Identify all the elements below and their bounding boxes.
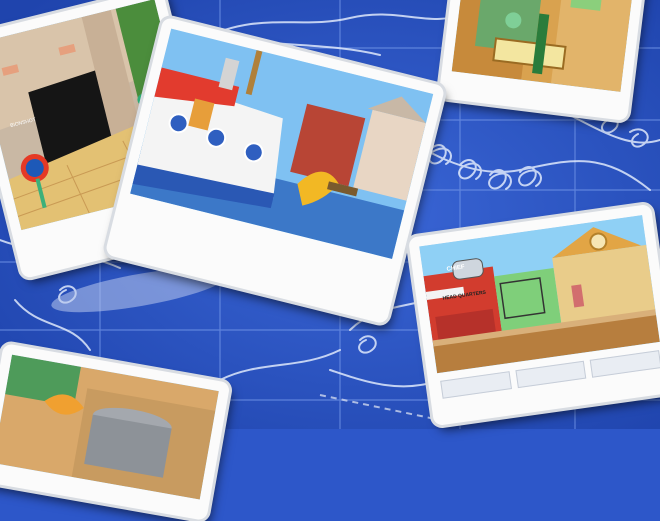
photo-headquarters-plaza[interactable]: HEAD QUARTERS CHIEF xyxy=(407,203,660,427)
kitchen-pot-screenshot xyxy=(0,354,219,500)
thumbnail-slot[interactable] xyxy=(515,360,587,389)
thumbnail-slot[interactable] xyxy=(590,350,660,378)
town-street-screenshot xyxy=(451,0,637,92)
thumbnail-slot[interactable] xyxy=(440,371,512,399)
